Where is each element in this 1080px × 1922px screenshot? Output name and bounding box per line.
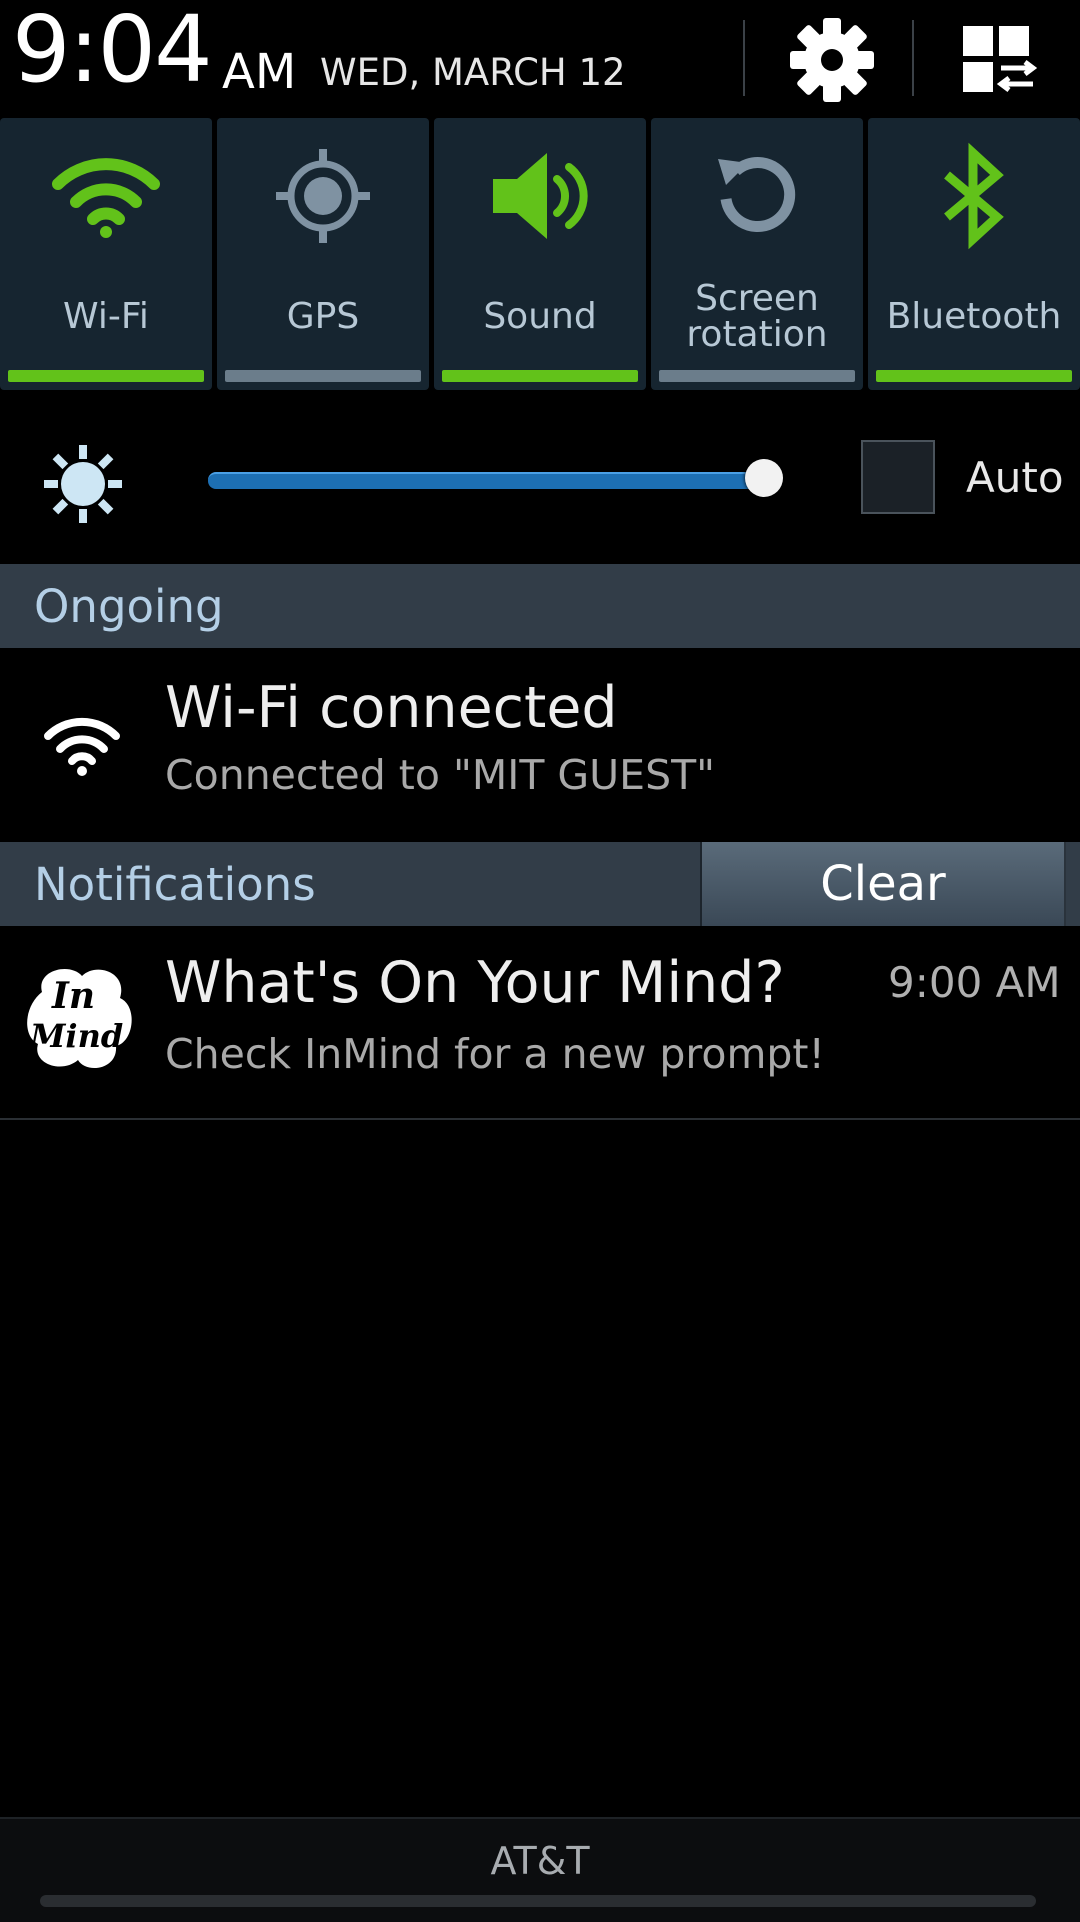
toggle-label: Sound (483, 296, 597, 337)
section-title: Ongoing (34, 580, 224, 633)
auto-brightness-label: Auto (966, 453, 1064, 502)
toggle-bluetooth[interactable]: Bluetooth (868, 118, 1080, 390)
carrier-label: AT&T (490, 1839, 590, 1883)
toggle-screen-rotation[interactable]: Screen rotation (651, 118, 863, 390)
toggle-state-bar (225, 370, 421, 382)
rotation-icon (651, 140, 863, 252)
header-divider (912, 20, 914, 96)
section-title: Notifications (34, 858, 316, 911)
toggle-label: Bluetooth (886, 296, 1062, 337)
notification-text: Connected to "MIT GUEST" (165, 751, 716, 799)
toggle-label: Wi-Fi (63, 296, 149, 337)
divider (0, 1118, 1080, 1120)
quick-panel-edit-icon (963, 26, 1038, 92)
gear-icon (790, 18, 874, 102)
inmind-icon-text: In (52, 975, 96, 1017)
wifi-icon (42, 712, 122, 778)
toggle-state-bar (659, 370, 855, 382)
toggle-label: GPS (286, 296, 360, 337)
toggle-gps[interactable]: GPS (217, 118, 429, 390)
brightness-slider-track[interactable] (208, 472, 764, 489)
header-divider (743, 20, 745, 96)
toggle-state-bar (8, 370, 204, 382)
notification-text: Check InMind for a new prompt! (165, 1030, 825, 1078)
toggle-label: Screen (695, 278, 819, 319)
gps-icon (217, 140, 429, 252)
clock-time: 9:04 (12, 0, 213, 103)
toggle-state-bar (876, 370, 1072, 382)
date-label: WED, MARCH 12 (320, 51, 626, 94)
bluetooth-icon (868, 140, 1080, 252)
panel-drag-handle[interactable] (40, 1895, 1036, 1907)
notification-title: Wi-Fi connected (165, 675, 618, 741)
auto-brightness-checkbox[interactable] (861, 440, 935, 514)
status-header: 9:04 AM WED, MARCH 12 (0, 0, 1080, 116)
toggle-wifi[interactable]: Wi-Fi (0, 118, 212, 390)
toggle-state-bar (442, 370, 638, 382)
settings-button[interactable] (772, 10, 892, 110)
inmind-app-icon: In Mind (22, 962, 138, 1076)
toggle-label: rotation (686, 314, 828, 355)
brightness-slider-thumb[interactable] (745, 459, 783, 497)
inmind-icon-text: Mind (30, 1017, 124, 1055)
clock-ampm: AM (222, 44, 297, 100)
notification-time: 9:00 AM (888, 958, 1061, 1007)
clear-notifications-button[interactable]: Clear (700, 842, 1066, 926)
toggle-sound[interactable]: Sound (434, 118, 646, 390)
sound-icon (434, 140, 646, 252)
wifi-icon (0, 140, 212, 252)
panel-footer: AT&T (0, 1817, 1080, 1922)
notification-title: What's On Your Mind? (165, 950, 785, 1016)
ongoing-section-header: Ongoing (0, 564, 1080, 648)
quick-panel-edit-button[interactable] (935, 10, 1060, 110)
brightness-icon (42, 443, 124, 525)
